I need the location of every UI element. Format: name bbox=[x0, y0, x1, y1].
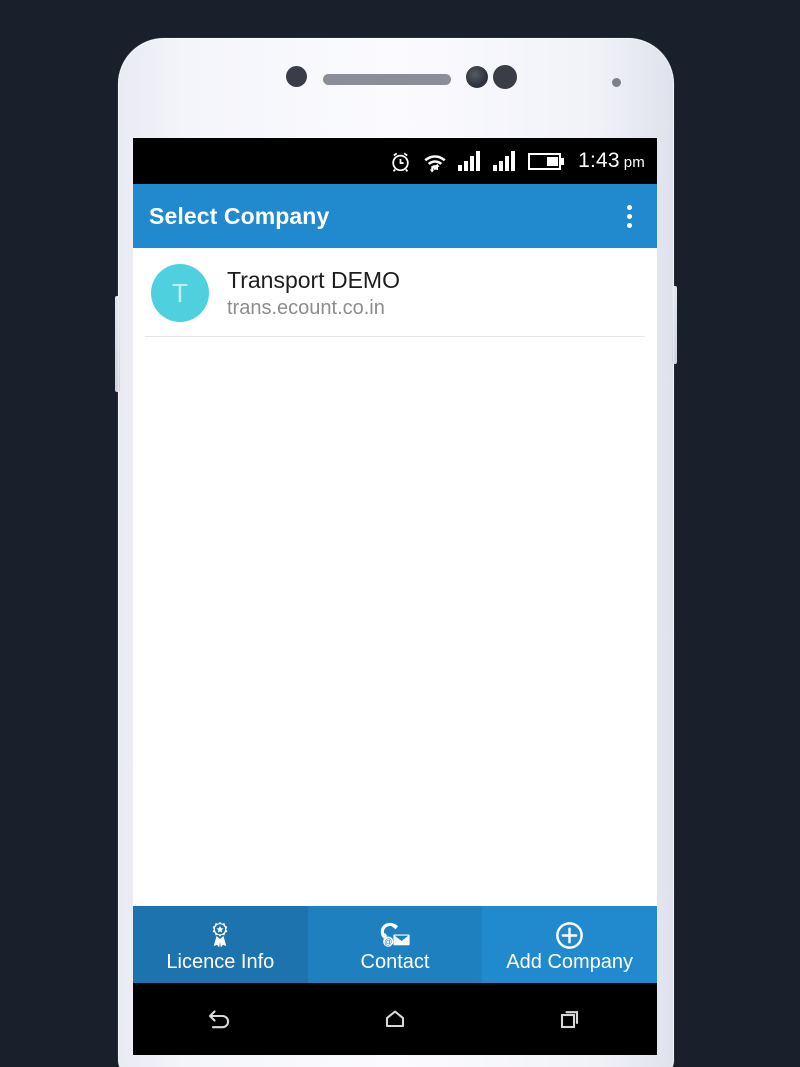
add-company-label: Add Company bbox=[506, 951, 634, 973]
company-name: Transport DEMO bbox=[227, 266, 400, 293]
signal-bars-icon-sim2 bbox=[492, 150, 518, 172]
licence-info-label: Licence Info bbox=[166, 951, 275, 973]
overflow-dot bbox=[626, 213, 632, 219]
phone-device-frame: 1:43 pm Select Company T Transport DEMO … bbox=[115, 38, 677, 1067]
signal-bars-icon-sim1 bbox=[457, 150, 483, 172]
company-list: T Transport DEMO trans.ecount.co.in bbox=[133, 248, 657, 577]
award-ribbon-icon bbox=[205, 920, 235, 950]
phone-top-bezel bbox=[118, 38, 674, 134]
plus-circle-icon bbox=[554, 920, 585, 950]
contact-button[interactable]: @ Contact bbox=[307, 906, 483, 983]
svg-text:@: @ bbox=[384, 938, 392, 947]
alarm-clock-icon bbox=[388, 149, 413, 174]
notification-led bbox=[612, 78, 621, 87]
status-bar: 1:43 pm bbox=[133, 138, 657, 184]
overflow-menu-icon[interactable] bbox=[609, 194, 649, 238]
power-button[interactable] bbox=[672, 286, 677, 364]
licence-info-button[interactable]: Licence Info bbox=[133, 906, 308, 983]
overflow-dot bbox=[626, 204, 632, 210]
add-company-button[interactable]: Add Company bbox=[482, 906, 657, 983]
clock-meridiem: pm bbox=[623, 154, 645, 171]
secondary-sensor bbox=[493, 65, 517, 89]
list-divider bbox=[145, 336, 645, 337]
earpiece-speaker bbox=[323, 74, 451, 85]
wifi-icon bbox=[422, 149, 448, 174]
bottom-toolbar: Licence Info @ Contact Add Company bbox=[133, 906, 657, 983]
proximity-sensor bbox=[286, 66, 307, 87]
company-domain: trans.ecount.co.in bbox=[227, 296, 385, 319]
front-camera bbox=[466, 66, 488, 88]
recents-icon[interactable] bbox=[533, 989, 607, 1049]
page-title: Select Company bbox=[149, 202, 330, 229]
empty-list-area bbox=[133, 577, 657, 906]
screenshot-canvas: 1:43 pm Select Company T Transport DEMO … bbox=[0, 0, 800, 1067]
android-nav-bar bbox=[133, 983, 657, 1055]
home-icon[interactable] bbox=[358, 989, 432, 1049]
app-bar: Select Company bbox=[133, 184, 657, 248]
status-bar-clock: 1:43 pm bbox=[578, 149, 645, 173]
battery-icon bbox=[527, 151, 565, 172]
list-item[interactable]: T Transport DEMO trans.ecount.co.in bbox=[133, 248, 657, 336]
volume-button[interactable] bbox=[115, 296, 120, 392]
avatar: T bbox=[151, 264, 209, 322]
contact-label: Contact bbox=[360, 951, 430, 973]
phone-envelope-icon: @ bbox=[378, 920, 412, 950]
overflow-dot bbox=[626, 222, 632, 228]
clock-time: 1:43 bbox=[578, 149, 620, 172]
back-icon[interactable] bbox=[183, 989, 257, 1049]
phone-screen: 1:43 pm Select Company T Transport DEMO … bbox=[133, 138, 657, 1055]
